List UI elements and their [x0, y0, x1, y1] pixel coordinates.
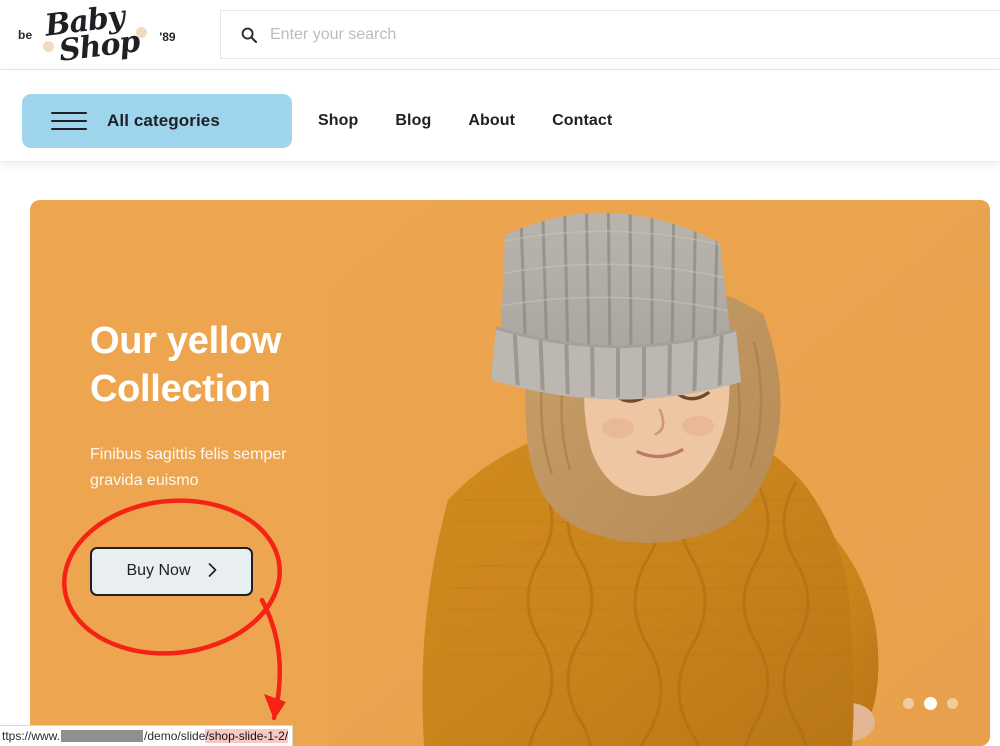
- carousel-dot-1[interactable]: [903, 698, 914, 709]
- status-url-redaction: [61, 730, 144, 742]
- nav-links: Shop Blog About Contact: [318, 94, 612, 148]
- chevron-right-icon: [208, 562, 217, 580]
- status-url-path: /demo/slide: [144, 729, 206, 743]
- browser-status-bar: ttps://www. /demo/slide/shop-slide-1-2/: [0, 725, 294, 746]
- carousel-dots: [903, 697, 958, 710]
- carousel-dot-3[interactable]: [947, 698, 958, 709]
- nav-link-shop[interactable]: Shop: [318, 112, 358, 130]
- status-url-highlight: /shop-slide-1-2/: [205, 729, 289, 743]
- search-bar[interactable]: [220, 10, 1000, 59]
- status-url-prefix: ttps://www.: [2, 729, 61, 743]
- hero-subtitle: Finibus sagittis felis semper gravida eu…: [90, 445, 287, 490]
- all-categories-label: All categories: [107, 111, 220, 130]
- logo-year: '89: [159, 30, 176, 44]
- all-categories-button[interactable]: All categories: [22, 94, 292, 148]
- buy-now-label: Buy Now: [126, 562, 191, 580]
- hero-title: Our yellow Collection: [90, 320, 282, 410]
- logo-word-shop: Shop: [57, 24, 142, 69]
- nav-link-contact[interactable]: Contact: [552, 112, 612, 130]
- buy-now-button[interactable]: Buy Now: [90, 546, 253, 596]
- nav-link-about[interactable]: About: [468, 112, 515, 130]
- main-navigation: All categories Shop Blog About Contact: [0, 70, 1000, 162]
- hero-copy: Our yellow Collection Finibus sagittis f…: [90, 318, 420, 596]
- logo-prefix: be: [18, 28, 33, 42]
- browser-viewport: be Baby Shop '89 All cate: [0, 0, 1000, 746]
- site-logo[interactable]: be Baby Shop '89: [18, 0, 178, 69]
- search-icon: [241, 27, 258, 43]
- carousel-dot-2[interactable]: [924, 697, 937, 710]
- search-input[interactable]: [270, 25, 870, 44]
- nav-link-blog[interactable]: Blog: [395, 112, 431, 130]
- logo-wordmark: Baby Shop: [37, 0, 149, 69]
- hero-carousel-slide: Our yellow Collection Finibus sagittis f…: [30, 200, 990, 746]
- site-header: be Baby Shop '89: [0, 0, 1000, 70]
- hamburger-icon: [51, 112, 87, 130]
- hero-product-image: [330, 200, 990, 746]
